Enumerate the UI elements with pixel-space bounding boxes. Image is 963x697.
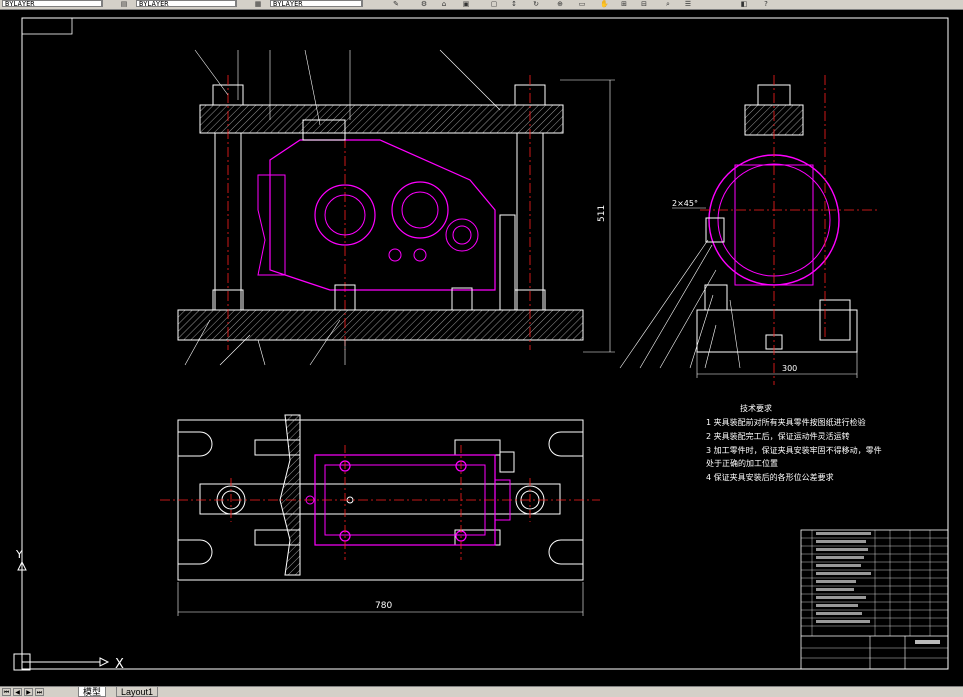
properties-icon[interactable]: ☰ bbox=[684, 0, 692, 8]
zoom-previous-icon[interactable]: ⊟ bbox=[640, 0, 648, 8]
brush-icon[interactable]: ✎ bbox=[392, 0, 400, 8]
plan-view bbox=[160, 414, 600, 616]
link-icon[interactable]: ⌂ bbox=[440, 0, 448, 8]
pan-icon[interactable]: ✋ bbox=[600, 0, 609, 8]
download-icon[interactable]: ▣ bbox=[462, 0, 470, 8]
design-center-icon[interactable]: ◧ bbox=[740, 0, 748, 8]
tech-req-item-4: 4 保证夹具安装后的各形位公差要求 bbox=[706, 472, 834, 482]
lineweight-combo[interactable]: BYLAYER bbox=[270, 0, 362, 8]
drawing-canvas[interactable]: 511 2×45° 300 780 技术要求 1 夹具装配前对所有夹具零件按图纸… bbox=[0, 10, 963, 686]
chevron-down-icon[interactable] bbox=[102, 0, 110, 7]
lineweight-icon[interactable]: ▦ bbox=[254, 0, 262, 8]
tech-req-item-3b: 处于正确的加工位置 bbox=[706, 458, 778, 468]
color-combo[interactable]: BYLAYER bbox=[2, 0, 102, 8]
window-icon[interactable]: ▢ bbox=[490, 0, 498, 8]
last-tab-icon[interactable]: ⏭ bbox=[35, 688, 44, 696]
ucs-x-label: X bbox=[115, 657, 124, 672]
drawing-number-box bbox=[21, 17, 73, 35]
first-tab-icon[interactable]: ⏮ bbox=[2, 688, 11, 696]
tech-req-item-3: 3 加工零件时，保证夹具安装牢固不得移动，零件 bbox=[706, 445, 882, 455]
ucs-y-label: Y bbox=[15, 548, 23, 561]
refresh-icon[interactable]: ↻ bbox=[532, 0, 540, 8]
dim-width-side: 300 bbox=[782, 364, 797, 373]
side-view bbox=[619, 75, 880, 385]
zoom-window-icon[interactable]: ⊞ bbox=[620, 0, 628, 8]
arrow-icon[interactable]: ↕ bbox=[510, 0, 518, 8]
tech-req-item-2: 2 夹具装配完工后，保证运动件灵活运转 bbox=[706, 431, 850, 441]
ucs-icon bbox=[13, 560, 110, 671]
tech-req-title: 技术要求 bbox=[740, 403, 772, 413]
properties-icon[interactable]: ⚙ bbox=[420, 0, 428, 8]
front-view bbox=[177, 49, 615, 366]
layout-tabs-bar: ⏮ ◀ ▶ ⏭ 模型 Layout1 bbox=[0, 686, 963, 697]
chevron-down-icon[interactable] bbox=[236, 0, 244, 7]
technical-requirements: 技术要求 1 夹具装配前对所有夹具零件按图纸进行检验 2 夹具装配完工后，保证运… bbox=[706, 403, 882, 482]
tech-req-item-1: 1 夹具装配前对所有夹具零件按图纸进行检验 bbox=[706, 417, 866, 427]
prev-tab-icon[interactable]: ◀ bbox=[13, 688, 22, 696]
linetype-icon[interactable]: ▤ bbox=[120, 0, 128, 8]
properties-toolbar: BYLAYER ▤ BYLAYER ▦ BYLAYER ✎ ⚙ ⌂ ▣ ▢ ↕ … bbox=[0, 0, 963, 10]
help-icon[interactable]: ? bbox=[762, 0, 770, 8]
dim-height: 511 bbox=[597, 205, 607, 222]
next-tab-icon[interactable]: ▶ bbox=[24, 688, 33, 696]
magnify-icon[interactable]: ⌕ bbox=[664, 0, 672, 8]
linetype-combo[interactable]: BYLAYER bbox=[136, 0, 236, 8]
chevron-down-icon[interactable] bbox=[362, 0, 370, 7]
dim-width-plan: 780 bbox=[375, 601, 392, 611]
title-block bbox=[800, 529, 949, 670]
zoom-icon[interactable]: ⊕ bbox=[556, 0, 564, 8]
annotation-chamfer: 2×45° bbox=[672, 199, 698, 208]
window-icon[interactable]: ▭ bbox=[578, 0, 586, 8]
